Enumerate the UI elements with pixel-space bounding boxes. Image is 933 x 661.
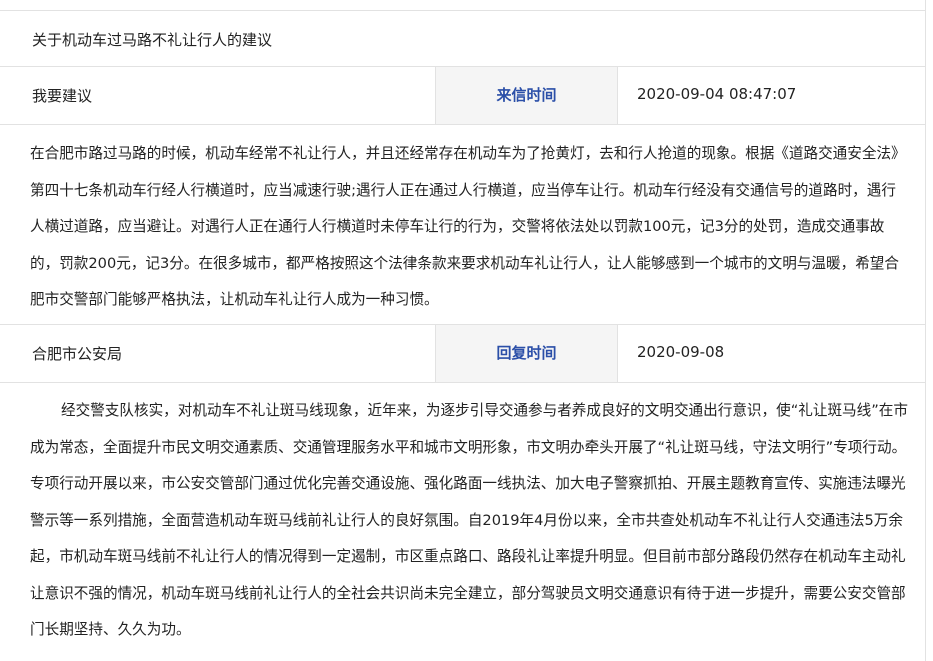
request-content: 在合肥市路过马路的时候，机动车经常不礼让行人，并且还经常存在机动车为了抢黄灯，去… [30, 145, 906, 308]
reply-time-label: 回复时间 [435, 325, 618, 382]
reply-time-value: 2020-09-08 [637, 343, 725, 361]
request-time-value: 2020-09-04 08:47:07 [637, 85, 797, 103]
request-meta-row: 我要建议 来信时间 2020-09-04 08:47:07 [0, 67, 926, 125]
title-row: 关于机动车过马路不礼让行人的建议 [0, 10, 926, 67]
message-detail-panel: 关于机动车过马路不礼让行人的建议 我要建议 来信时间 2020-09-04 08… [0, 0, 926, 661]
request-content-row: 在合肥市路过马路的时候，机动车经常不礼让行人，并且还经常存在机动车为了抢黄灯，去… [0, 125, 926, 325]
reply-meta-row: 合肥市公安局 回复时间 2020-09-08 [0, 325, 926, 383]
request-time-label: 来信时间 [435, 67, 618, 124]
reply-content: 经交警支队核实，对机动车不礼让斑马线现象，近年来，为逐步引导交通参与者养成良好的… [30, 402, 908, 638]
message-title: 关于机动车过马路不礼让行人的建议 [32, 31, 273, 49]
reply-content-row: 经交警支队核实，对机动车不礼让斑马线现象，近年来，为逐步引导交通参与者养成良好的… [0, 383, 926, 661]
request-type: 我要建议 [32, 87, 93, 105]
reply-department: 合肥市公安局 [32, 345, 123, 363]
